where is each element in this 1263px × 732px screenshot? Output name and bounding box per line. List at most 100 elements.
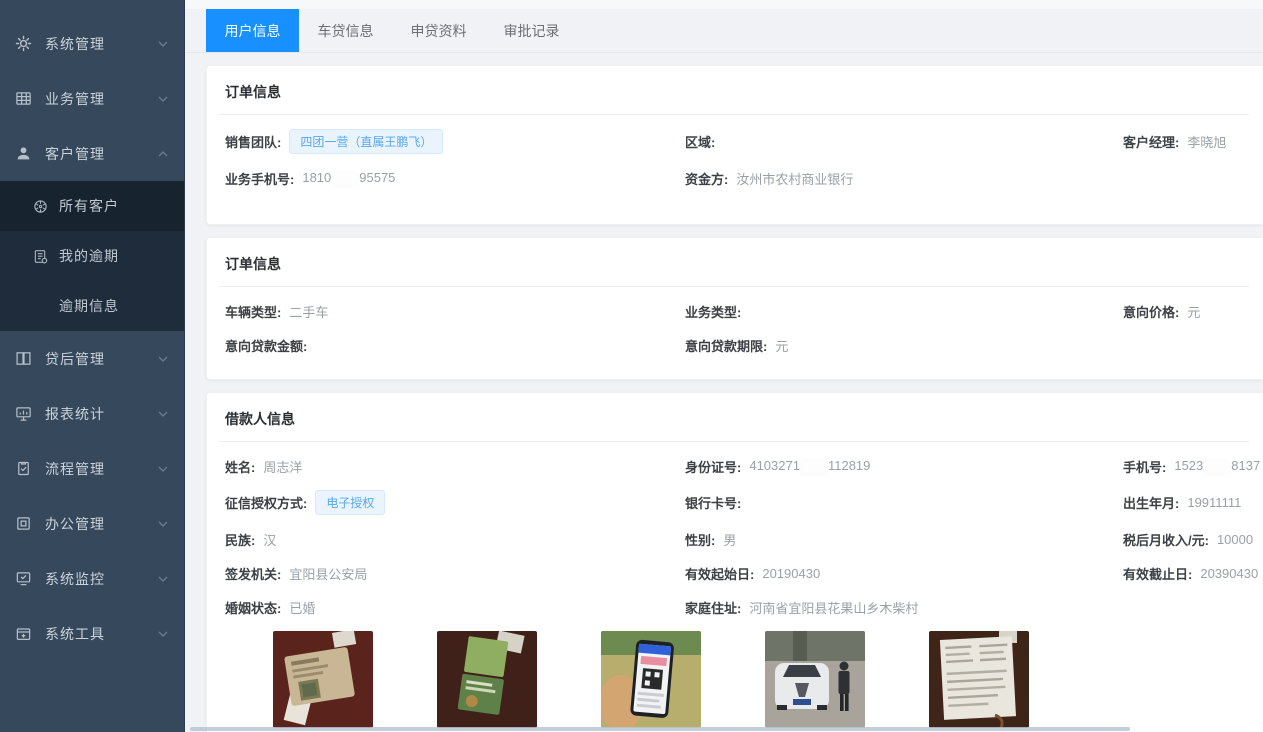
user-icon bbox=[15, 145, 32, 162]
field-label: 银行卡号: bbox=[685, 493, 741, 512]
tab-user-info[interactable]: 用户信息 bbox=[206, 9, 299, 52]
field-label: 身份证号: bbox=[685, 457, 741, 476]
sidebar-item-label: 我的逾期 bbox=[59, 246, 184, 266]
field-value: 李晓旭 bbox=[1187, 132, 1226, 151]
field-label: 意向价格: bbox=[1123, 302, 1179, 321]
chevron-down-icon bbox=[158, 356, 168, 362]
field-label: 意向贷款期限: bbox=[685, 336, 767, 355]
field-valid-from: 有效起始日: 20190430 bbox=[685, 563, 1123, 583]
field-marital-status: 婚姻状态: 已婚 bbox=[225, 597, 685, 617]
field-label: 手机号: bbox=[1123, 457, 1166, 476]
sidebar-item-post-loan-management[interactable]: 贷后管理 bbox=[0, 331, 184, 386]
field-value: 元 bbox=[1187, 302, 1200, 321]
sidebar-item-label: 逾期信息 bbox=[59, 296, 184, 316]
chevron-down-icon bbox=[158, 521, 168, 527]
sidebar-item-overdue-info[interactable]: 逾期信息 bbox=[0, 281, 184, 331]
field-name: 姓名: 周志洋 bbox=[225, 456, 685, 476]
field-value: 元 bbox=[775, 336, 788, 355]
field-label: 征信授权方式: bbox=[225, 493, 307, 512]
field-label: 业务手机号: bbox=[225, 169, 294, 188]
person-car-photo[interactable] bbox=[765, 631, 865, 728]
field-region: 区域: bbox=[685, 129, 1123, 154]
field-valid-to: 有效截止日: 20390430 bbox=[1123, 563, 1260, 583]
chevron-down-icon bbox=[158, 411, 168, 417]
sidebar-item-label: 系统工具 bbox=[45, 624, 158, 644]
card-title: 订单信息 bbox=[219, 254, 1249, 287]
id-card-photo[interactable] bbox=[273, 631, 373, 728]
order-info-card-2: 订单信息 车辆类型: 二手车 业务类型: 意向价格: 元 意向贷款金额: bbox=[206, 237, 1263, 380]
sales-team-tag[interactable]: 四团一营（直属王鹏飞） bbox=[289, 129, 443, 154]
field-credit-auth: 征信授权方式: 电子授权 bbox=[225, 490, 685, 515]
document-photo[interactable] bbox=[929, 631, 1029, 728]
photo-item: 其他材料 bbox=[929, 631, 1029, 732]
field-label: 意向贷款金额: bbox=[225, 336, 307, 355]
field-empty bbox=[1123, 168, 1249, 188]
chevron-down-icon bbox=[158, 41, 168, 47]
photo-item: 驾驶证原件 bbox=[437, 631, 537, 732]
field-label: 姓名: bbox=[225, 457, 255, 476]
main-content: 用户信息 车贷信息 申贷资料 审批记录 订单信息 销售团队: 四团一营（直属王鹏… bbox=[185, 0, 1263, 732]
field-customer-manager: 客户经理: 李晓旭 bbox=[1123, 129, 1249, 154]
field-label: 有效截止日: bbox=[1123, 564, 1192, 583]
grid-icon bbox=[15, 90, 32, 107]
gear-icon bbox=[15, 35, 32, 52]
field-label: 业务类型: bbox=[685, 302, 741, 321]
sidebar-item-report-statistics[interactable]: 报表统计 bbox=[0, 386, 184, 441]
sidebar-item-customer-management[interactable]: 客户管理 bbox=[0, 126, 184, 181]
horizontal-scrollbar[interactable] bbox=[190, 727, 1130, 731]
photo-item: 人车合影 bbox=[765, 631, 865, 732]
field-label: 销售团队: bbox=[225, 132, 281, 151]
tab-loan-application-docs[interactable]: 申贷资料 bbox=[392, 9, 485, 52]
field-label: 家庭住址: bbox=[685, 598, 741, 617]
field-value: 二手车 bbox=[289, 302, 328, 321]
tab-approval-records[interactable]: 审批记录 bbox=[485, 9, 578, 52]
field-intent-price: 意向价格: 元 bbox=[1123, 301, 1249, 321]
sidebar-item-label: 办公管理 bbox=[45, 514, 158, 534]
sidebar-item-office-management[interactable]: 办公管理 bbox=[0, 496, 184, 551]
redaction-box bbox=[801, 461, 827, 474]
field-label: 车辆类型: bbox=[225, 302, 281, 321]
sidebar-item-system-management[interactable]: 系统管理 bbox=[0, 16, 184, 71]
field-funder: 资金方: 汝州市农村商业银行 bbox=[685, 168, 1123, 188]
app-root: 系统管理 业务管理 客户管理 bbox=[0, 0, 1263, 732]
field-loan-term: 意向贷款期限: 元 bbox=[685, 335, 1123, 355]
sidebar-item-label: 系统监控 bbox=[45, 569, 158, 589]
sidebar-item-label: 贷后管理 bbox=[45, 349, 158, 369]
field-value: 15238137 bbox=[1174, 458, 1260, 473]
order-info-card: 订单信息 销售团队: 四团一营（直属王鹏飞） 区域: 客户经理: 李晓旭 业务手… bbox=[206, 65, 1263, 225]
field-monthly-income: 税后月收入/元: 10000 bbox=[1123, 529, 1260, 549]
card-title: 借款人信息 bbox=[219, 409, 1249, 442]
sidebar-item-system-tools[interactable]: 系统工具 bbox=[0, 606, 184, 661]
chevron-up-icon bbox=[158, 151, 168, 157]
clipboard-icon bbox=[15, 460, 32, 477]
credit-auth-tag[interactable]: 电子授权 bbox=[315, 490, 385, 515]
field-gender: 性别: 男 bbox=[685, 529, 1123, 549]
tab-car-loan-info[interactable]: 车贷信息 bbox=[299, 9, 392, 52]
field-label: 签发机关: bbox=[225, 564, 281, 583]
sidebar-item-system-monitor[interactable]: 系统监控 bbox=[0, 551, 184, 606]
license-photo[interactable] bbox=[437, 631, 537, 728]
photo-item: 征信记录 bbox=[601, 631, 701, 732]
notebook-icon bbox=[33, 249, 48, 264]
borrower-info-card: 借款人信息 姓名: 周志洋 身份证号: 4103271112819 手机号: 1… bbox=[206, 392, 1263, 732]
field-ethnicity: 民族: 汉 bbox=[225, 529, 685, 549]
chevron-down-icon bbox=[158, 466, 168, 472]
card-title: 订单信息 bbox=[219, 82, 1249, 115]
field-value: 19911111 bbox=[1187, 495, 1241, 510]
field-home-address: 家庭住址: 河南省宜阳县花果山乡木柴村 bbox=[685, 597, 1123, 617]
field-business-phone: 业务手机号: 181095575 bbox=[225, 168, 685, 188]
book-icon bbox=[15, 350, 32, 367]
field-value: 10000 bbox=[1217, 532, 1253, 547]
field-value: 20190430 bbox=[762, 566, 820, 581]
photo-item: 身份证 bbox=[273, 631, 373, 732]
credit-auth-photo[interactable] bbox=[601, 631, 701, 728]
field-label: 出生年月: bbox=[1123, 493, 1179, 512]
sidebar-item-label: 报表统计 bbox=[45, 404, 158, 424]
sidebar-item-business-management[interactable]: 业务管理 bbox=[0, 71, 184, 126]
field-birth-date: 出生年月: 19911111 bbox=[1123, 490, 1260, 515]
sidebar-item-process-management[interactable]: 流程管理 bbox=[0, 441, 184, 496]
sidebar-item-label: 流程管理 bbox=[45, 459, 158, 479]
field-id-number: 身份证号: 4103271112819 bbox=[685, 456, 1123, 476]
sidebar-item-all-customers[interactable]: 所有客户 bbox=[0, 181, 184, 231]
sidebar-item-my-overdue[interactable]: 我的逾期 bbox=[0, 231, 184, 281]
